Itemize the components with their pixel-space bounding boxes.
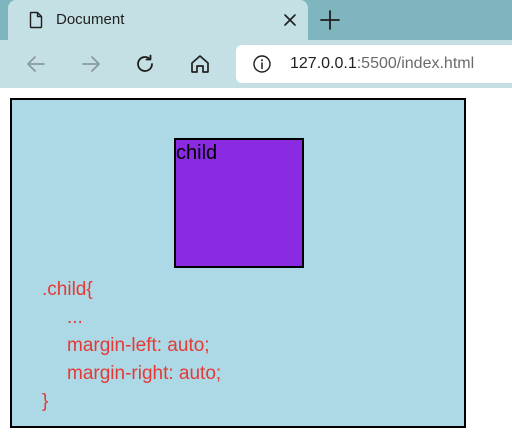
- parent-box: child .child{ ... margin-left: auto; mar…: [10, 98, 466, 428]
- close-icon[interactable]: [280, 10, 300, 30]
- code-line: ...: [67, 307, 83, 328]
- child-label: child: [176, 142, 218, 164]
- back-arrow-icon[interactable]: [24, 52, 48, 76]
- page-viewport: child .child{ ... margin-left: auto; mar…: [0, 88, 512, 446]
- url-host: 127.0.0.1: [290, 55, 357, 72]
- tab-strip: Document: [0, 0, 512, 40]
- code-line: margin-right: auto;: [67, 363, 222, 384]
- code-line: }: [42, 391, 49, 412]
- forward-arrow-icon[interactable]: [79, 52, 103, 76]
- reload-icon[interactable]: [133, 52, 157, 76]
- browser-toolbar: 127.0.0.1:5500/index.html: [0, 40, 512, 88]
- tab-title: Document: [56, 11, 125, 28]
- url-text[interactable]: 127.0.0.1:5500/index.html: [290, 55, 474, 73]
- browser-tab[interactable]: Document: [8, 0, 308, 40]
- code-line: .child{: [42, 279, 93, 300]
- code-line: margin-left: auto;: [67, 335, 210, 356]
- css-code-snippet: .child{ ... margin-left: auto; margin-ri…: [42, 276, 221, 416]
- new-tab-plus-icon[interactable]: [318, 8, 342, 32]
- home-icon[interactable]: [188, 52, 212, 76]
- child-box: child: [174, 138, 304, 268]
- document-icon: [29, 11, 43, 29]
- address-bar[interactable]: 127.0.0.1:5500/index.html: [236, 45, 512, 83]
- info-icon[interactable]: [252, 54, 272, 74]
- url-path: :5500/index.html: [356, 55, 475, 72]
